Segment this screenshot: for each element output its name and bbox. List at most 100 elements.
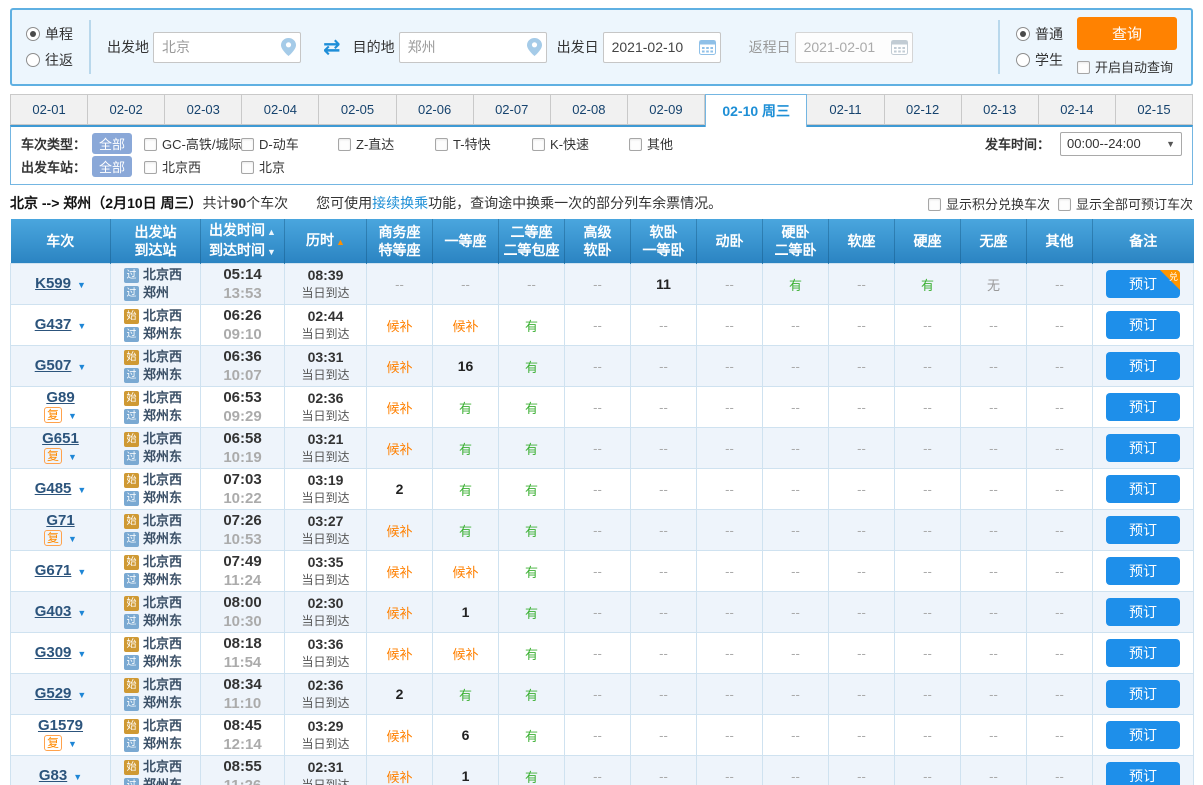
normal-radio[interactable]: 普通	[1016, 24, 1063, 44]
radio-icon	[1016, 53, 1030, 67]
train-type-checkbox-GC-高铁/城际[interactable]: GC-高铁/城际	[144, 134, 241, 153]
expand-arrow-icon[interactable]: ▼	[77, 567, 86, 577]
arrive-time: 13:53	[201, 284, 284, 303]
seat-cell: 有	[499, 633, 565, 674]
date-tab-02-14[interactable]: 02-14	[1039, 94, 1116, 125]
expand-arrow-icon[interactable]: ▼	[77, 280, 86, 290]
tip-prefix: 您可使用	[316, 195, 372, 211]
train-number-link[interactable]: G309	[35, 644, 72, 661]
train-type-checkbox-其他[interactable]: 其他	[629, 134, 673, 153]
date-tab-02-13[interactable]: 02-13	[962, 94, 1039, 125]
to-input[interactable]	[399, 32, 547, 63]
show-points-checkbox[interactable]: 显示积分兑换车次	[928, 194, 1050, 213]
date-tab-02-02[interactable]: 02-02	[88, 94, 165, 125]
date-tab-02-04[interactable]: 02-04	[242, 94, 319, 125]
seat-cell: --	[895, 469, 961, 510]
column-header-出发时间-到达时间[interactable]: 出发时间▲到达时间▼	[201, 219, 285, 264]
train-number-link[interactable]: K599	[35, 275, 71, 292]
train-number-link[interactable]: G671	[35, 562, 72, 579]
date-tab-02-07[interactable]: 02-07	[474, 94, 551, 125]
book-button[interactable]: 预订	[1106, 639, 1180, 667]
student-radio[interactable]: 学生	[1016, 50, 1063, 70]
train-type-all-badge[interactable]: 全部	[92, 133, 132, 154]
depart-time-select[interactable]: 00:00--24:00 ▼	[1060, 132, 1182, 156]
auto-query-checkbox[interactable]: 开启自动查询	[1077, 57, 1177, 77]
column-header-出发站-到达站: 出发站到达站	[111, 219, 201, 264]
table-row: G1579复▼始北京西过郑州东08:4512:1403:29当日到达候补6有--…	[11, 715, 1194, 756]
date-tab-02-05[interactable]: 02-05	[319, 94, 396, 125]
seat-cell: --	[961, 592, 1027, 633]
train-number-link[interactable]: G83	[39, 767, 67, 784]
expand-arrow-icon[interactable]: ▼	[73, 772, 82, 782]
transfer-link[interactable]: 接续换乘	[372, 195, 428, 211]
date-tab-02-09[interactable]: 02-09	[628, 94, 705, 125]
expand-arrow-icon[interactable]: ▼	[68, 534, 77, 544]
train-type-checkbox-K-快速[interactable]: K-快速	[532, 134, 629, 153]
seat-cell: --	[697, 592, 763, 633]
seat-cell: --	[565, 674, 631, 715]
seat-cell: --	[895, 715, 961, 756]
book-button[interactable]: 预订	[1106, 721, 1180, 749]
expand-arrow-icon[interactable]: ▼	[77, 690, 86, 700]
book-button[interactable]: 预订兑	[1106, 270, 1180, 298]
train-type-checkbox-T-特快[interactable]: T-特快	[435, 134, 532, 153]
train-number-link[interactable]: G651	[42, 430, 79, 447]
train-number-link[interactable]: G1579	[38, 717, 83, 734]
expand-arrow-icon[interactable]: ▼	[77, 485, 86, 495]
train-number-link[interactable]: G507	[35, 357, 72, 374]
query-button[interactable]: 查询	[1077, 17, 1177, 50]
book-button[interactable]: 预订	[1106, 393, 1180, 421]
train-number-link[interactable]: G71	[46, 512, 74, 529]
date-tab-02-01[interactable]: 02-01	[10, 94, 88, 125]
depart-station-checkbox-北京[interactable]: 北京	[241, 157, 285, 176]
expand-arrow-icon[interactable]: ▼	[77, 649, 86, 659]
column-header-历时[interactable]: 历时▲	[285, 219, 367, 264]
book-button[interactable]: 预订	[1106, 557, 1180, 585]
book-button[interactable]: 预订	[1106, 516, 1180, 544]
swap-stations-icon[interactable]: ⇄	[323, 35, 341, 60]
seat-cell: --	[961, 510, 1027, 551]
date-tab-02-03[interactable]: 02-03	[165, 94, 242, 125]
train-type-checkbox-Z-直达[interactable]: Z-直达	[338, 134, 435, 153]
train-type-checkbox-D-动车[interactable]: D-动车	[241, 134, 338, 153]
expand-arrow-icon[interactable]: ▼	[68, 739, 77, 749]
book-button[interactable]: 预订	[1106, 680, 1180, 708]
date-tab-02-06[interactable]: 02-06	[397, 94, 474, 125]
show-all-bookable-checkbox[interactable]: 显示全部可预订车次	[1058, 194, 1193, 213]
book-button[interactable]: 预订	[1106, 434, 1180, 462]
checkbox-icon	[338, 138, 351, 151]
date-tab-02-12[interactable]: 02-12	[885, 94, 962, 125]
seat-cell: 有	[433, 428, 499, 469]
train-number-link[interactable]: G529	[35, 685, 72, 702]
train-number-link[interactable]: G89	[46, 389, 74, 406]
expand-arrow-icon[interactable]: ▼	[68, 411, 77, 421]
train-number-link[interactable]: G403	[35, 603, 72, 620]
book-button[interactable]: 预订	[1106, 311, 1180, 339]
book-button[interactable]: 预订	[1106, 352, 1180, 380]
date-tab-02-11[interactable]: 02-11	[807, 94, 884, 125]
seat-cell: --	[631, 592, 697, 633]
expand-arrow-icon[interactable]: ▼	[77, 362, 86, 372]
sort-up-icon[interactable]: ▲	[267, 227, 276, 237]
expand-arrow-icon[interactable]: ▼	[68, 452, 77, 462]
calendar-icon[interactable]	[699, 39, 716, 55]
sort-down-icon[interactable]: ▼	[267, 247, 276, 257]
book-button[interactable]: 预订	[1106, 598, 1180, 626]
one-way-radio[interactable]: 单程	[26, 24, 73, 44]
depart-station-checkbox-北京西[interactable]: 北京西	[144, 157, 241, 176]
seat-cell: 1	[433, 592, 499, 633]
from-input[interactable]	[153, 32, 301, 63]
round-trip-radio[interactable]: 往返	[26, 50, 73, 70]
date-tab-02-15[interactable]: 02-15	[1116, 94, 1193, 125]
depart-station-all-badge[interactable]: 全部	[92, 156, 132, 177]
train-number-link[interactable]: G437	[35, 316, 72, 333]
book-button[interactable]: 预订	[1106, 762, 1180, 785]
date-tab-02-08[interactable]: 02-08	[551, 94, 628, 125]
fuxing-badge: 复	[44, 448, 62, 464]
sort-up-icon[interactable]: ▲	[336, 237, 345, 247]
book-button[interactable]: 预订	[1106, 475, 1180, 503]
date-tab-02-10[interactable]: 02-10 周三	[705, 94, 807, 127]
train-number-link[interactable]: G485	[35, 480, 72, 497]
expand-arrow-icon[interactable]: ▼	[77, 321, 86, 331]
expand-arrow-icon[interactable]: ▼	[77, 608, 86, 618]
